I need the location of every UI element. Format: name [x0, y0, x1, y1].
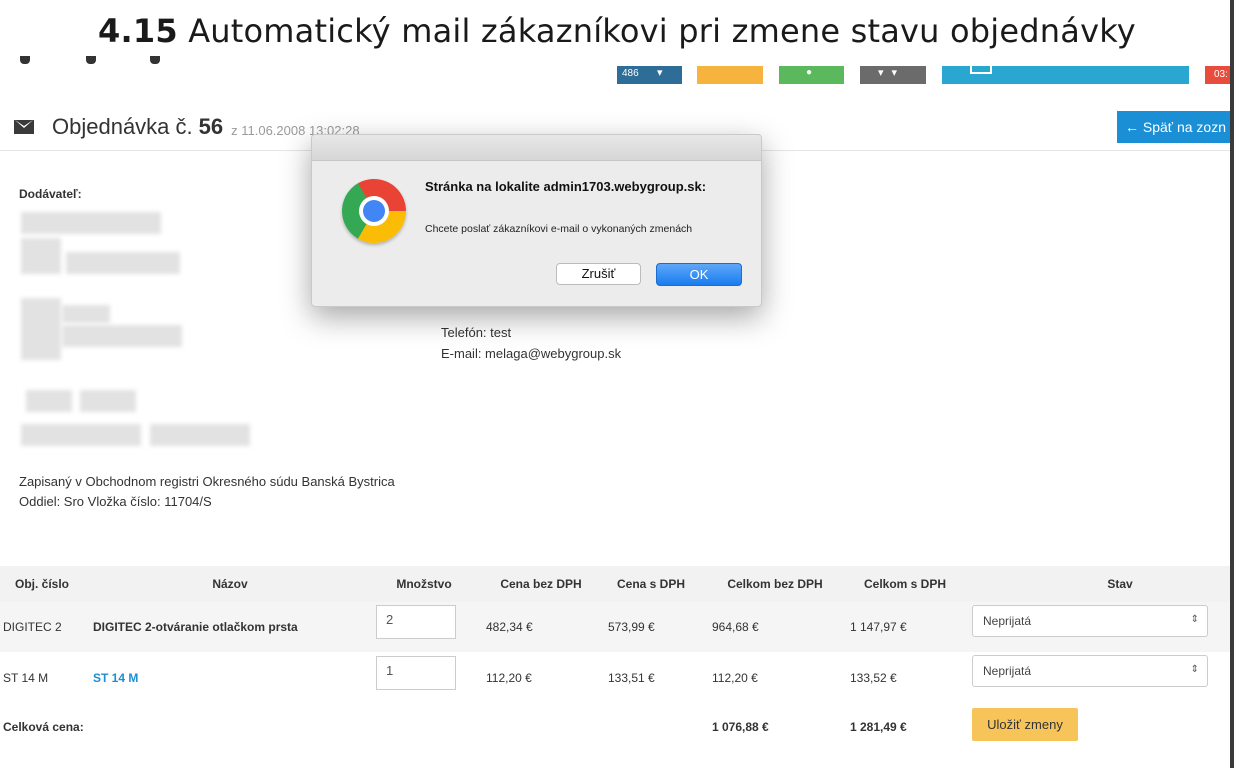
dialog-title: Stránka na lokalite admin1703.webygroup.… [425, 179, 707, 194]
status-select[interactable]: Neprijatá ⇕ [972, 655, 1208, 687]
col-header-price-vat: Cena s DPH [616, 577, 686, 591]
blurred-supplier-detail [66, 252, 180, 274]
blurred-supplier-detail [26, 390, 72, 412]
save-changes-button[interactable]: Uložiť zmeny [972, 708, 1078, 741]
supplier-label: Dodávateľ: [19, 187, 82, 201]
customer-phone: Telefón: test [441, 325, 512, 340]
check-icon: ● [806, 67, 813, 78]
col-header-price: Cena bez DPH [500, 577, 582, 591]
blurred-supplier-detail [62, 325, 182, 347]
order-title: Objednávka č. 56 [52, 114, 223, 140]
customer-contact: Telefón: test E-mail: melaga@webygroup.s… [441, 322, 621, 364]
orders-tile[interactable]: 486 ▾ [617, 66, 682, 84]
item-total: 112,20 € [712, 671, 758, 685]
users-icon: ▾▾ [878, 67, 906, 79]
cropped-logo-fragment [14, 56, 174, 70]
table-row: ST 14 M ST 14 M 1 112,20 € 133,51 € 112,… [0, 652, 1230, 702]
blurred-supplier-detail [21, 212, 161, 234]
blurred-supplier-detail [62, 305, 110, 323]
order-number: 56 [198, 114, 224, 139]
grand-total-vat: 1 281,49 € [850, 720, 907, 734]
quantity-input[interactable]: 2 [376, 605, 456, 639]
window-frame-edge [1230, 0, 1234, 768]
supplier-registration: Zapisaný v Obchodnom registri Okresného … [19, 474, 395, 509]
ok-button[interactable]: OK [656, 263, 742, 286]
blurred-supplier-detail [21, 238, 61, 274]
item-total: 964,68 € [712, 620, 759, 634]
item-name-link[interactable]: ST 14 M [93, 671, 138, 685]
item-code: ST 14 M [3, 671, 49, 685]
select-arrows-icon: ⇕ [1190, 614, 1199, 625]
blurred-supplier-detail [150, 424, 250, 446]
chrome-icon [342, 179, 406, 243]
users-tile[interactable]: ▾▾ [860, 66, 926, 84]
col-header-qty: Množstvo [396, 577, 452, 591]
dialog-title-bar [312, 135, 761, 161]
status-select-value: Neprijatá [983, 614, 1032, 628]
blurred-supplier-detail [21, 298, 61, 360]
cancel-button[interactable]: Zrušiť [556, 263, 641, 285]
table-row: DIGITEC 2 DIGITEC 2-otváranie otlačkom p… [0, 602, 1230, 652]
orders-badge-count: 486 [622, 68, 639, 79]
item-price: 482,34 € [486, 620, 533, 634]
check-tile[interactable]: ● [779, 66, 844, 84]
item-total-vat: 133,52 € [850, 671, 897, 685]
status-select[interactable]: Neprijatá ⇕ [972, 605, 1208, 637]
col-header-total-vat: Celkom s DPH [863, 577, 947, 591]
envelope-icon [14, 120, 34, 134]
order-label: Objednávka č. [52, 114, 193, 139]
order-header: Objednávka č. 56 z 11.06.2008 13:02:28 [14, 114, 360, 140]
item-price-vat: 133,51 € [608, 671, 655, 685]
heading-number: 4.15 [98, 12, 178, 50]
back-to-list-button[interactable]: ← Späť na zozn [1117, 111, 1234, 143]
confirm-dialog: Stránka na lokalite admin1703.webygroup.… [311, 134, 762, 307]
total-label: Celková cena: [3, 720, 84, 734]
page-heading: 4.15 Automatický mail zákazníkovi pri zm… [0, 12, 1234, 50]
item-price: 112,20 € [486, 671, 532, 685]
heading-title: Automatický mail zákazníkovi pri zmene s… [188, 12, 1136, 50]
total-row: Celková cena: 1 076,88 € 1 281,49 € Ulož… [0, 704, 1230, 750]
item-name: DIGITEC 2-otváranie otlačkom prsta [93, 620, 298, 634]
warning-tile[interactable] [697, 66, 763, 84]
quantity-input[interactable]: 1 [376, 656, 456, 690]
dialog-message: Chcete poslať zákazníkovi e-mail o vykon… [425, 223, 693, 235]
items-table-header: Obj. číslo Názov Množstvo Cena bez DPH C… [0, 566, 1230, 602]
select-arrows-icon: ⇕ [1190, 664, 1199, 675]
blurred-supplier-detail [80, 390, 136, 412]
item-code: DIGITEC 2 [3, 620, 62, 634]
col-header-name: Názov [212, 577, 248, 591]
col-header-code: Obj. číslo [14, 577, 69, 591]
status-select-value: Neprijatá [983, 664, 1032, 678]
item-price-vat: 573,99 € [608, 620, 655, 634]
grand-total: 1 076,88 € [712, 720, 769, 734]
customer-email: E-mail: melaga@webygroup.sk [441, 346, 622, 361]
blurred-supplier-detail [21, 424, 141, 446]
cart-icon: ▾ [657, 67, 663, 79]
clock-tile-text: 03: [1214, 69, 1228, 80]
monitor-tile[interactable] [942, 66, 1189, 84]
monitor-icon [970, 66, 992, 74]
col-header-status: Stav [1107, 577, 1133, 591]
col-header-total: Celkom bez DPH [727, 577, 823, 591]
item-total-vat: 1 147,97 € [850, 620, 907, 634]
